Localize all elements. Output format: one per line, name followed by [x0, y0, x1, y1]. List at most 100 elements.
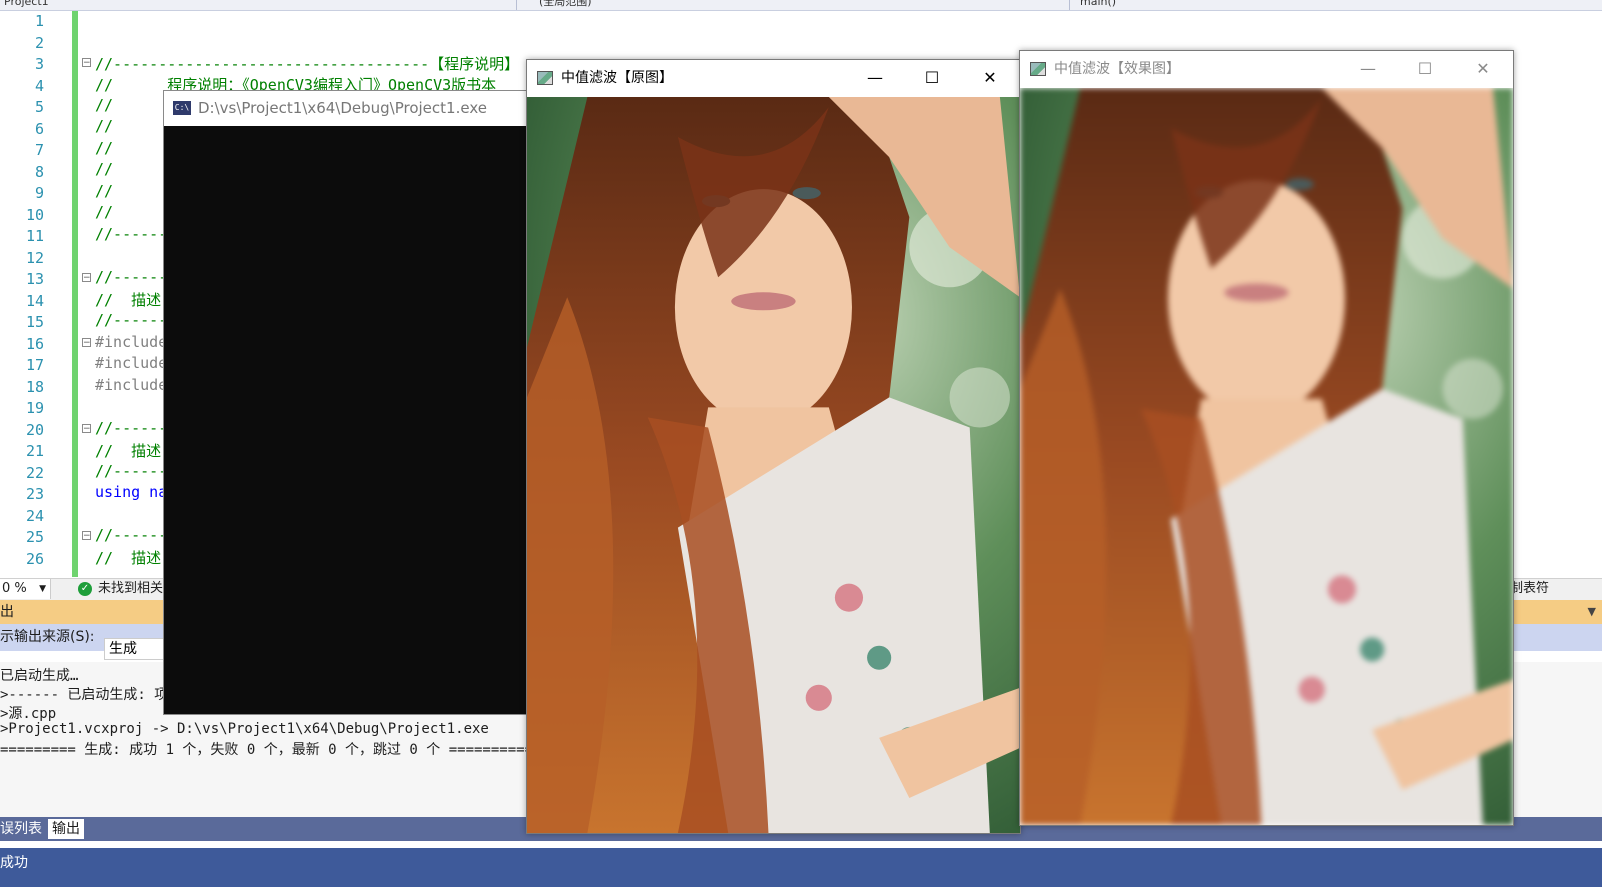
code-line[interactable]: // — [95, 182, 113, 200]
change-indicator-bar — [72, 11, 78, 577]
close-button[interactable]: ✕ — [1460, 51, 1506, 87]
code-line[interactable]: // — [95, 203, 113, 221]
original-image-window[interactable]: 中值滤波【原图】 — ☐ ✕ — [526, 59, 1021, 834]
code-line[interactable]: using na — [95, 483, 167, 501]
line-number: 6 — [34, 120, 44, 138]
line-number: 24 — [25, 507, 44, 525]
tab-error-list[interactable]: 误列表 — [0, 819, 46, 839]
code-line[interactable]: // 描述 — [95, 547, 161, 568]
line-number: 9 — [34, 184, 44, 202]
minimize-button[interactable]: — — [1345, 51, 1391, 87]
console-window[interactable]: C:\ D:\vs\Project1\x64\Debug\Project1.ex… — [163, 90, 545, 715]
code-line[interactable]: //------ — [95, 225, 167, 243]
line-number: 14 — [25, 292, 44, 310]
line-number: 19 — [25, 399, 44, 417]
output-source-label: 示输出来源(S): — [0, 629, 95, 645]
code-line[interactable]: //-----------------------------------【程序… — [95, 53, 519, 74]
maximize-button[interactable]: ☐ — [1402, 51, 1448, 87]
keyword-using: using — [95, 483, 141, 501]
console-titlebar[interactable]: C:\ D:\vs\Project1\x64\Debug\Project1.ex… — [164, 91, 544, 126]
line-number: 18 — [25, 378, 44, 396]
zoom-dropdown[interactable]: 0 % ▼ — [0, 579, 51, 599]
console-title: D:\vs\Project1\x64\Debug\Project1.exe — [198, 99, 487, 117]
line-number: 13 — [25, 270, 44, 288]
line-number: 20 — [25, 421, 44, 439]
vs-status-bar: 成功 — [0, 848, 1602, 887]
code-line[interactable]: // — [95, 117, 113, 135]
build-status-text: 成功 — [0, 855, 28, 871]
code-line[interactable]: //------ — [95, 462, 167, 480]
original-photo — [527, 97, 1020, 833]
output-line: >Project1.vcxproj -> D:\vs\Project1\x64\… — [0, 721, 489, 737]
line-number: 5 — [34, 98, 44, 116]
portrait-image — [527, 97, 1020, 833]
output-line: >------ 已启动生成: 项 — [0, 687, 169, 703]
line-number: 8 — [34, 163, 44, 181]
close-button[interactable]: ✕ — [967, 60, 1013, 96]
chevron-down-icon: ▼ — [39, 584, 46, 594]
line-number-gutter: 1 2 3 4 5 6 7 8 9 10 11 12 13 14 15 16 1… — [0, 11, 72, 579]
line-number: 25 — [25, 528, 44, 546]
image-window-icon — [1030, 62, 1046, 76]
line-number: 7 — [34, 141, 44, 159]
output-line: >源.cpp — [0, 706, 57, 722]
code-line[interactable]: // 描述 — [95, 289, 161, 310]
line-number: 1 — [34, 12, 44, 30]
line-number: 23 — [25, 485, 44, 503]
line-number: 15 — [25, 313, 44, 331]
check-circle-icon: ✓ — [78, 582, 92, 596]
maximize-button[interactable]: ☐ — [909, 60, 955, 96]
line-number: 22 — [25, 464, 44, 482]
filtered-portrait-image — [1020, 88, 1513, 825]
output-source-select[interactable]: 生成 — [104, 638, 164, 660]
collapse-icon[interactable]: − — [82, 58, 91, 68]
tab-output[interactable]: 输出 — [48, 819, 84, 839]
nav-function-dropdown[interactable]: main() — [1056, 0, 1602, 10]
code-line[interactable]: #include — [95, 376, 167, 394]
dropdown-arrow-icon[interactable]: ▼ — [1588, 605, 1596, 618]
editor-navigation-bar: Project1 (全局范围) main() — [0, 0, 1602, 11]
effect-photo — [1020, 88, 1513, 825]
code-line[interactable]: // 描述 — [95, 440, 161, 461]
output-line: 已启动生成… — [0, 668, 79, 684]
line-number: 21 — [25, 442, 44, 460]
code-line[interactable]: // — [95, 139, 113, 157]
image-window-icon — [537, 71, 553, 85]
original-window-title: 中值滤波【原图】 — [561, 70, 673, 86]
collapse-icon[interactable]: − — [82, 531, 91, 541]
code-line[interactable]: #include — [95, 333, 167, 351]
code-line[interactable]: //------ — [95, 311, 167, 329]
issues-text[interactable]: 未找到相关 — [98, 579, 163, 599]
line-number: 2 — [34, 34, 44, 52]
code-line[interactable]: // — [95, 96, 113, 114]
collapse-icon[interactable]: − — [82, 338, 91, 348]
nav-scope-dropdown[interactable]: (全局范围) — [517, 0, 1070, 10]
output-panel-title: 出 — [0, 604, 14, 620]
collapse-icon[interactable]: − — [82, 273, 91, 283]
line-number: 4 — [34, 77, 44, 95]
zoom-value: 0 % — [2, 581, 27, 596]
line-number: 10 — [25, 206, 44, 224]
output-source-value: 生成 — [109, 641, 137, 657]
original-window-titlebar[interactable]: 中值滤波【原图】 — ☐ ✕ — [527, 60, 1020, 96]
line-number: 16 — [25, 335, 44, 353]
line-number: 26 — [25, 550, 44, 568]
effect-window-titlebar[interactable]: 中值滤波【效果图】 — ☐ ✕ — [1020, 51, 1513, 87]
collapse-icon[interactable]: − — [82, 424, 91, 434]
code-line[interactable]: //------ — [95, 419, 167, 437]
line-number: 3 — [34, 55, 44, 73]
effect-image-window[interactable]: 中值滤波【效果图】 — ☐ ✕ — [1019, 50, 1514, 826]
tabs-mode-text[interactable]: 制表符 — [1510, 579, 1549, 599]
minimize-button[interactable]: — — [852, 60, 898, 96]
console-app-icon: C:\ — [173, 101, 191, 115]
code-line[interactable]: //------ — [95, 526, 167, 544]
code-line[interactable]: // — [95, 160, 113, 178]
output-line: ========= 生成: 成功 1 个，失败 0 个，最新 0 个，跳过 0 … — [0, 742, 534, 758]
line-number: 12 — [25, 249, 44, 267]
line-number: 11 — [25, 227, 44, 245]
code-line[interactable]: //------ — [95, 268, 167, 286]
line-number: 17 — [25, 356, 44, 374]
effect-window-title: 中值滤波【效果图】 — [1054, 61, 1180, 77]
nav-project-dropdown[interactable]: Project1 — [0, 0, 517, 10]
code-line[interactable]: #include — [95, 354, 167, 372]
